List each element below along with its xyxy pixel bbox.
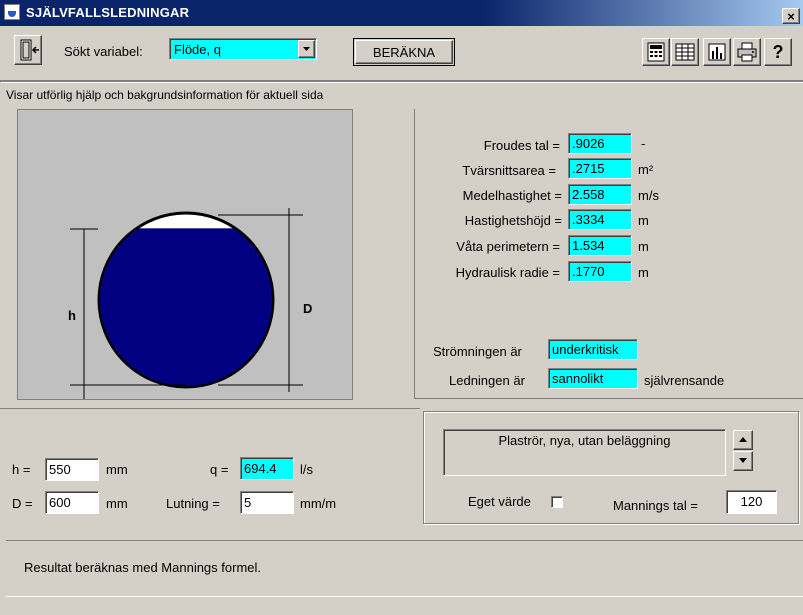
variable-select[interactable]: Flöde, q [169,38,317,60]
calculate-button[interactable]: BERÄKNA [353,38,455,66]
close-icon: × [787,9,795,24]
manning-input[interactable]: 120 [726,490,777,514]
footer-message: Resultat beräknas med Mannings formel. [24,560,262,575]
table-button[interactable] [671,38,699,66]
h-input[interactable]: 550 [45,458,99,481]
q-output-label: q = [210,462,229,477]
own-value-label: Eget värde [468,494,531,509]
slope-input-unit: mm/m [300,496,337,511]
area-unit: m² [638,162,654,177]
variable-label: Sökt variabel: [64,44,143,59]
wetted-perimeter-unit: m [638,239,649,254]
velocity-head-label: Hastighetshöjd = [464,213,562,228]
q-output-unit: l/s [300,462,313,477]
d-label: D [303,301,312,316]
window-title: SJÄLVFALLSLEDNINGAR [26,5,190,20]
dropdown-button[interactable] [298,40,315,58]
variable-select-value: Flöde, q [174,42,221,57]
velocity-unit: m/s [638,188,659,203]
calculator-button[interactable] [642,38,670,66]
own-value-checkbox[interactable] [551,496,563,508]
d-input-label: D = [12,496,33,511]
slope-input[interactable]: 5 [240,491,294,514]
arrow-down-icon [739,458,747,463]
area-label: Tvärsnittsarea = [462,163,556,178]
arrow-up-icon [739,437,747,442]
printer-icon [737,42,757,62]
table-icon [675,43,695,61]
hydraulic-radius-value: .1770 [568,261,632,282]
help-icon: ? [772,42,784,62]
hydraulic-radius-unit: m [638,265,649,280]
bar-chart-icon [708,43,726,61]
status-hint: Visar utförlig hjälp och bakgrundsinform… [6,88,324,102]
close-button[interactable]: × [782,8,800,24]
door-exit-icon [20,39,39,61]
froude-value: .9026 [568,133,632,154]
h-label: h [68,308,76,323]
velocity-value: 2.558 [568,184,632,205]
material-next-button[interactable] [733,451,753,471]
velocity-head-value: .3334 [568,209,632,230]
flow-regime-value: underkritisk [548,339,638,360]
velocity-label: Medelhastighet = [462,188,562,203]
material-prev-button[interactable] [733,430,753,450]
chart-button[interactable] [703,38,731,66]
calculator-icon [647,42,665,62]
flow-regime-label: Strömningen är [433,344,522,359]
toolbar-divider [0,80,803,82]
h-input-unit: mm [106,462,128,477]
pipe-status-value: sannolikt [548,368,638,389]
wetted-perimeter-value: 1.534 [568,235,632,256]
area-value: .2715 [568,158,632,179]
material-selector[interactable]: Plaströr, nya, utan beläggning [443,429,726,476]
app-icon [4,4,20,20]
manning-label: Mannings tal = [613,498,698,513]
pipe-status-suffix: självrensande [644,373,725,388]
velocity-head-unit: m [638,213,649,228]
exit-button[interactable] [14,35,42,65]
water-fill [100,228,272,386]
print-button[interactable] [733,38,761,66]
q-output: 694.4 [240,457,294,480]
d-input[interactable]: 600 [45,491,99,514]
slope-input-label: Lutning = [166,496,220,511]
wetted-perimeter-label: Våta perimetern = [456,239,560,254]
froude-label: Froudes tal = [483,138,560,153]
pipe-diagram: h D [68,208,312,399]
pipe-status-label: Ledningen är [449,373,525,388]
hydraulic-radius-label: Hydraulisk radie = [455,265,560,280]
h-input-label: h = [12,462,31,477]
chevron-down-icon [303,47,310,51]
d-input-unit: mm [106,496,128,511]
froude-unit: - [641,136,646,151]
pipe-diagram-panel: h D [17,109,353,400]
help-button[interactable]: ? [764,38,792,66]
calculate-button-label: BERÄKNA [355,40,453,64]
